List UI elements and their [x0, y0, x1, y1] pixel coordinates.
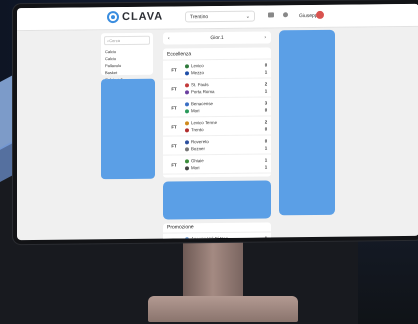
match-score: 21: [261, 80, 271, 94]
mid-banner-placeholder: [163, 180, 271, 220]
team-crest-icon: [185, 127, 189, 132]
monitor-stand-neck: [183, 242, 243, 300]
home-team-name: Rovereto: [191, 139, 209, 145]
away-team: Porta Roma: [185, 88, 261, 96]
away-team: Trento: [185, 126, 261, 134]
home-team-name: Ghiaie: [191, 158, 204, 164]
team-crest-icon: [185, 236, 189, 241]
league-group: Promozione FTAnaune Val Di Non1: [163, 222, 271, 241]
match-score: 01: [261, 61, 271, 75]
match-teams: Rovereto Bozner: [185, 138, 261, 153]
right-banner-placeholder: [279, 29, 335, 216]
screen: CLAVA Trentino ⌄ Giuseppe ⌕ Cerca Calcio…: [17, 3, 418, 241]
sidebar-item-label: Basket: [105, 70, 118, 76]
match-teams: St. Pauls Porta Roma: [185, 81, 261, 96]
match-score: 11: [261, 156, 271, 170]
settings-icon[interactable]: [283, 12, 288, 18]
away-team: Mori: [185, 107, 261, 115]
next-matchday-button[interactable]: ›: [264, 34, 266, 40]
away-score: 1: [264, 88, 268, 94]
match-score: 1: [261, 234, 271, 240]
match-status: FT: [171, 104, 177, 110]
team-crest-icon: [185, 139, 189, 144]
away-team-name: Mori: [191, 165, 200, 171]
prev-matchday-button[interactable]: ‹: [168, 36, 170, 42]
team-crest-icon: [185, 89, 189, 94]
away-team: Bozner: [185, 145, 261, 153]
app-header: CLAVA Trentino ⌄ Giuseppe: [17, 3, 418, 32]
league-group: Eccellenza FT Levico Mezzo 0 1 FT St. Pauls Por…: [163, 47, 271, 178]
away-team: Mori: [185, 164, 261, 172]
match-row[interactable]: FT Rovereto Bozner 0 1: [163, 135, 271, 156]
team-crest-icon: [185, 82, 189, 87]
match-teams: Anaune Val Di Non: [185, 235, 261, 241]
match-status: FT: [171, 142, 177, 148]
home-team-name: St. Pauls: [191, 82, 209, 88]
team-crest-icon: [185, 165, 189, 170]
match-teams: Benacense Mori: [185, 100, 261, 115]
league-select-value: Trentino: [190, 13, 209, 20]
match-row[interactable]: FT Levico Terme Trento 2 0: [163, 116, 271, 137]
match-score: 20: [261, 118, 271, 132]
away-team: Mezzo: [185, 69, 261, 77]
monitor-stand-base: [148, 296, 298, 322]
away-score: 1: [264, 145, 268, 151]
team-crest-icon: [185, 146, 189, 151]
search-placeholder: Cerca: [109, 38, 120, 44]
away-score: 1: [264, 69, 268, 75]
chevron-down-icon: ⌄: [245, 13, 250, 20]
match-row[interactable]: FT St. Pauls Porta Roma 2 1: [163, 78, 271, 99]
match-status: FT: [171, 66, 177, 72]
avatar[interactable]: [316, 10, 324, 19]
matchday-nav: ‹ Gior.1 ›: [163, 31, 271, 45]
league-select[interactable]: Trentino ⌄: [185, 10, 255, 23]
away-team-name: Trento: [191, 127, 204, 133]
sidebar-item-label: Calcio: [105, 49, 117, 55]
calendar-icon[interactable]: [268, 12, 274, 18]
match-row[interactable]: FT Benacense Mori 3 0: [163, 97, 271, 118]
search-input[interactable]: ⌕ Cerca: [104, 35, 150, 46]
sidebar-item-label: Calcio: [105, 56, 117, 62]
clava-logo-icon: [107, 11, 119, 24]
match-row[interactable]: FTAnaune Val Di Non1: [163, 232, 271, 241]
team-crest-icon: [185, 63, 189, 68]
home-team-name: Anaune Val Di Non: [191, 235, 229, 241]
logo-text: CLAVA: [122, 10, 164, 24]
match-teams: Levico Mezzo: [185, 62, 261, 77]
team-crest-icon: [185, 120, 189, 125]
sidebar-item-label: Pallavolo: [105, 63, 122, 69]
match-status: FT: [171, 161, 177, 167]
match-score: 01: [261, 137, 271, 151]
away-team-name: Mori: [191, 108, 200, 114]
monitor: CLAVA Trentino ⌄ Giuseppe ⌕ Cerca Calcio…: [13, 0, 418, 245]
left-banner-placeholder: [101, 78, 155, 180]
match-status: FT: [171, 123, 177, 129]
app-logo[interactable]: CLAVA: [107, 11, 163, 24]
home-team-name: Benacense: [191, 101, 213, 107]
match-score: 30: [261, 99, 271, 113]
away-team-name: Porta Roma: [191, 89, 215, 95]
match-teams: Ghiaie Mori: [185, 157, 261, 172]
team-crest-icon: [185, 158, 189, 163]
away-team-name: Mezzo: [191, 70, 204, 76]
matches-column: ‹ Gior.1 › Eccellenza FT Levico Mezzo 0 1 FT S…: [163, 31, 271, 241]
match-status: FT: [171, 85, 177, 91]
home-team-name: Levico Terme: [191, 120, 218, 126]
away-score: 1: [264, 164, 268, 170]
match-teams: Levico Terme Trento: [185, 119, 261, 134]
match-row[interactable]: FT Levico Mezzo 0 1: [163, 59, 271, 80]
away-score: 0: [264, 126, 268, 132]
home-score: 1: [264, 235, 268, 241]
team-crest-icon: [185, 101, 189, 106]
away-score: 0: [264, 107, 268, 113]
team-crest-icon: [185, 108, 189, 113]
home-team-name: Levico: [191, 63, 204, 69]
team-crest-icon: [185, 70, 189, 75]
match-row[interactable]: FT Ghiaie Mori 1 1: [163, 154, 271, 175]
matchday-label: Gior.1: [210, 34, 224, 42]
home-team: Anaune Val Di Non: [185, 235, 261, 241]
away-team-name: Bozner: [191, 146, 205, 152]
sidebar: ⌕ Cerca Calcio Calcio Pallavolo Basket C…: [101, 32, 153, 82]
